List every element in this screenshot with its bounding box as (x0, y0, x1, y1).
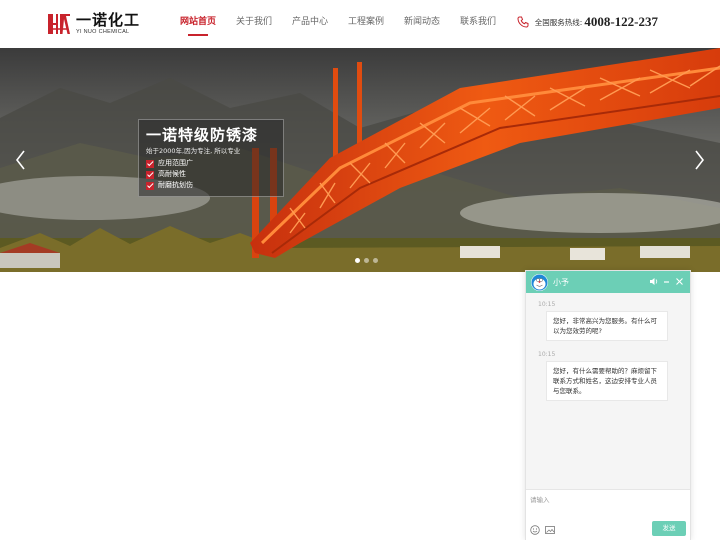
check-icon (146, 170, 154, 179)
promo-feature: 高耐候性 (146, 169, 276, 180)
logo-mark-icon (48, 14, 70, 34)
chat-header: 小予 (526, 271, 690, 293)
slide-indicators (355, 258, 378, 263)
chat-agent-name: 小予 (553, 277, 569, 287)
promo-panel: 一诺特级防锈漆 始于2000年,因为专注, 所以专业 应用范围广 高耐候性 耐磨… (138, 119, 284, 197)
logo-name: 一诺化工 (76, 11, 141, 29)
image-icon[interactable] (545, 525, 555, 535)
chevron-right-icon[interactable] (692, 148, 706, 172)
slide-dot[interactable] (373, 258, 378, 263)
sound-icon[interactable] (649, 276, 658, 287)
logo-english-name: YI NUO CHEMICAL (76, 29, 130, 35)
nav-home[interactable]: 网站首页 (170, 0, 226, 48)
hotline-label: 全国服务热线: (534, 17, 583, 27)
main-nav: 网站首页 关于我们 产品中心 工程案例 新闻动态 联系我们 (170, 0, 506, 48)
doraemon-avatar-icon (531, 274, 548, 290)
hero-banner: 一诺特级防锈漆 始于2000年,因为专注, 所以专业 应用范围广 高耐候性 耐磨… (0, 48, 720, 272)
bridge-photo (0, 48, 720, 272)
nav-news[interactable]: 新闻动态 (394, 0, 450, 48)
message-time: 10:15 (538, 351, 556, 358)
chevron-left-icon[interactable] (14, 148, 28, 172)
slide-dot[interactable] (355, 258, 360, 263)
site-header: 一诺化工 YI NUO CHEMICAL 网站首页 关于我们 产品中心 工程案例… (0, 0, 720, 48)
nav-products[interactable]: 产品中心 (282, 0, 338, 48)
check-icon (146, 181, 154, 190)
promo-feature: 应用范围广 (146, 158, 276, 169)
chat-widget: 小予 10:15 您好，非常高兴为您服务。有什么可以为您效劳的呢? 10:15 … (525, 270, 691, 540)
minimize-icon[interactable] (662, 276, 671, 287)
hotline-number[interactable]: 4008-122-237 (584, 14, 658, 30)
nav-cases[interactable]: 工程案例 (338, 0, 394, 48)
chat-input[interactable]: 请输入 (530, 494, 550, 504)
logo[interactable]: 一诺化工 YI NUO CHEMICAL (46, 10, 140, 38)
send-button[interactable]: 发送 (652, 521, 686, 536)
close-icon[interactable] (675, 276, 684, 287)
promo-subtitle: 始于2000年,因为专注, 所以专业 (146, 147, 241, 155)
message-time: 10:15 (538, 301, 556, 308)
chat-input-area[interactable]: 请输入 发送 (526, 489, 690, 540)
nav-about[interactable]: 关于我们 (226, 0, 282, 48)
slide-dot[interactable] (364, 258, 369, 263)
avatar (531, 273, 548, 291)
nav-contact[interactable]: 联系我们 (450, 0, 506, 48)
phone-icon (517, 16, 529, 28)
agent-message: 您好，非常高兴为您服务。有什么可以为您效劳的呢? (546, 311, 668, 341)
chat-controls (649, 276, 684, 287)
promo-title: 一诺特级防锈漆 (146, 126, 259, 144)
promo-feature: 耐磨抗划伤 (146, 180, 276, 191)
hotline: 全国服务热线: 4008-122-237 (517, 0, 658, 44)
check-icon (146, 159, 154, 168)
agent-message: 您好，有什么需要帮助的？麻烦留下联系方式和姓名，这边安排专业人员与您联系。 (546, 361, 668, 401)
emoji-icon[interactable] (530, 525, 540, 535)
chat-messages: 10:15 您好，非常高兴为您服务。有什么可以为您效劳的呢? 10:15 您好，… (526, 293, 690, 489)
